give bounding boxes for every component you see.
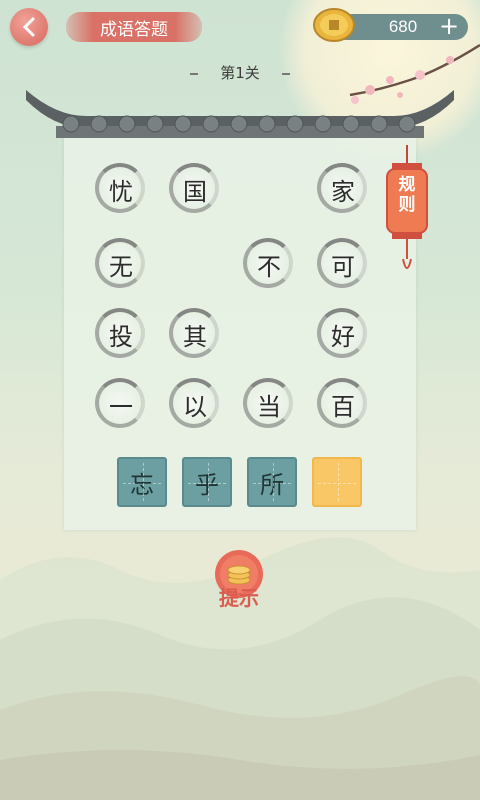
grid-cell-char: 忧 xyxy=(109,177,133,206)
answer-option[interactable]: 所 xyxy=(247,457,297,507)
answer-option-char: 乎 xyxy=(195,470,219,499)
answer-option-char: 所 xyxy=(260,470,284,499)
grid-cell: 以 xyxy=(166,375,224,433)
coin-icon xyxy=(313,8,355,42)
answer-option[interactable]: 忘 xyxy=(117,457,167,507)
grid-cell-char: 百 xyxy=(331,392,355,421)
answer-option-char: 忘 xyxy=(130,470,154,499)
level-dash-right xyxy=(281,72,290,75)
grid-cell: 当 xyxy=(240,375,298,433)
grid-cell: 无 xyxy=(92,235,150,293)
grid-cell: 投 xyxy=(92,305,150,363)
grid-cell-char: 其 xyxy=(183,322,207,351)
grid-cell: 百 xyxy=(314,375,372,433)
grid-cell-char: 家 xyxy=(331,177,355,206)
back-button[interactable] xyxy=(10,8,48,46)
level-indicator: 第1关 xyxy=(0,62,480,83)
top-bar: 成语答题 680 + xyxy=(0,0,480,52)
grid-cell: 不 xyxy=(240,235,298,293)
grid-cell: 家 xyxy=(314,160,372,218)
grid-cell: 国 xyxy=(166,160,224,218)
grid-cell: 好 xyxy=(314,305,372,363)
grid-cell-char: 可 xyxy=(331,252,355,281)
grid-cell-char: 国 xyxy=(183,177,207,206)
grid-cell: 忧 xyxy=(92,160,150,218)
coin-value: 680 xyxy=(388,17,418,36)
level-dash-left xyxy=(190,72,199,75)
grid-cell-char: 以 xyxy=(183,392,207,421)
answer-option[interactable]: 乎 xyxy=(182,457,232,507)
grid-cell: 一 xyxy=(92,375,150,433)
add-coins-button[interactable]: + xyxy=(436,12,462,40)
page-title: 成语答题 xyxy=(66,12,202,42)
level-label: 第1关 xyxy=(220,64,260,82)
grid-cell: 其 xyxy=(166,305,224,363)
grid-cell-char: 不 xyxy=(257,252,281,281)
hint-label[interactable]: 提示 xyxy=(210,582,268,611)
grid-cell-char: 一 xyxy=(109,392,133,421)
grid-cell-char: 好 xyxy=(331,322,355,351)
grid-cell-char: 当 xyxy=(257,392,281,421)
grid-cell-char: 投 xyxy=(109,322,133,351)
grid-cell: 可 xyxy=(314,235,372,293)
rules-label: 规则 xyxy=(398,175,416,215)
rules-lantern[interactable]: 规则 xyxy=(384,145,430,277)
answer-slot-empty[interactable] xyxy=(312,457,362,507)
grid-cell-char: 无 xyxy=(109,252,133,281)
chevron-left-icon xyxy=(22,17,35,37)
roof-eave xyxy=(26,90,454,138)
